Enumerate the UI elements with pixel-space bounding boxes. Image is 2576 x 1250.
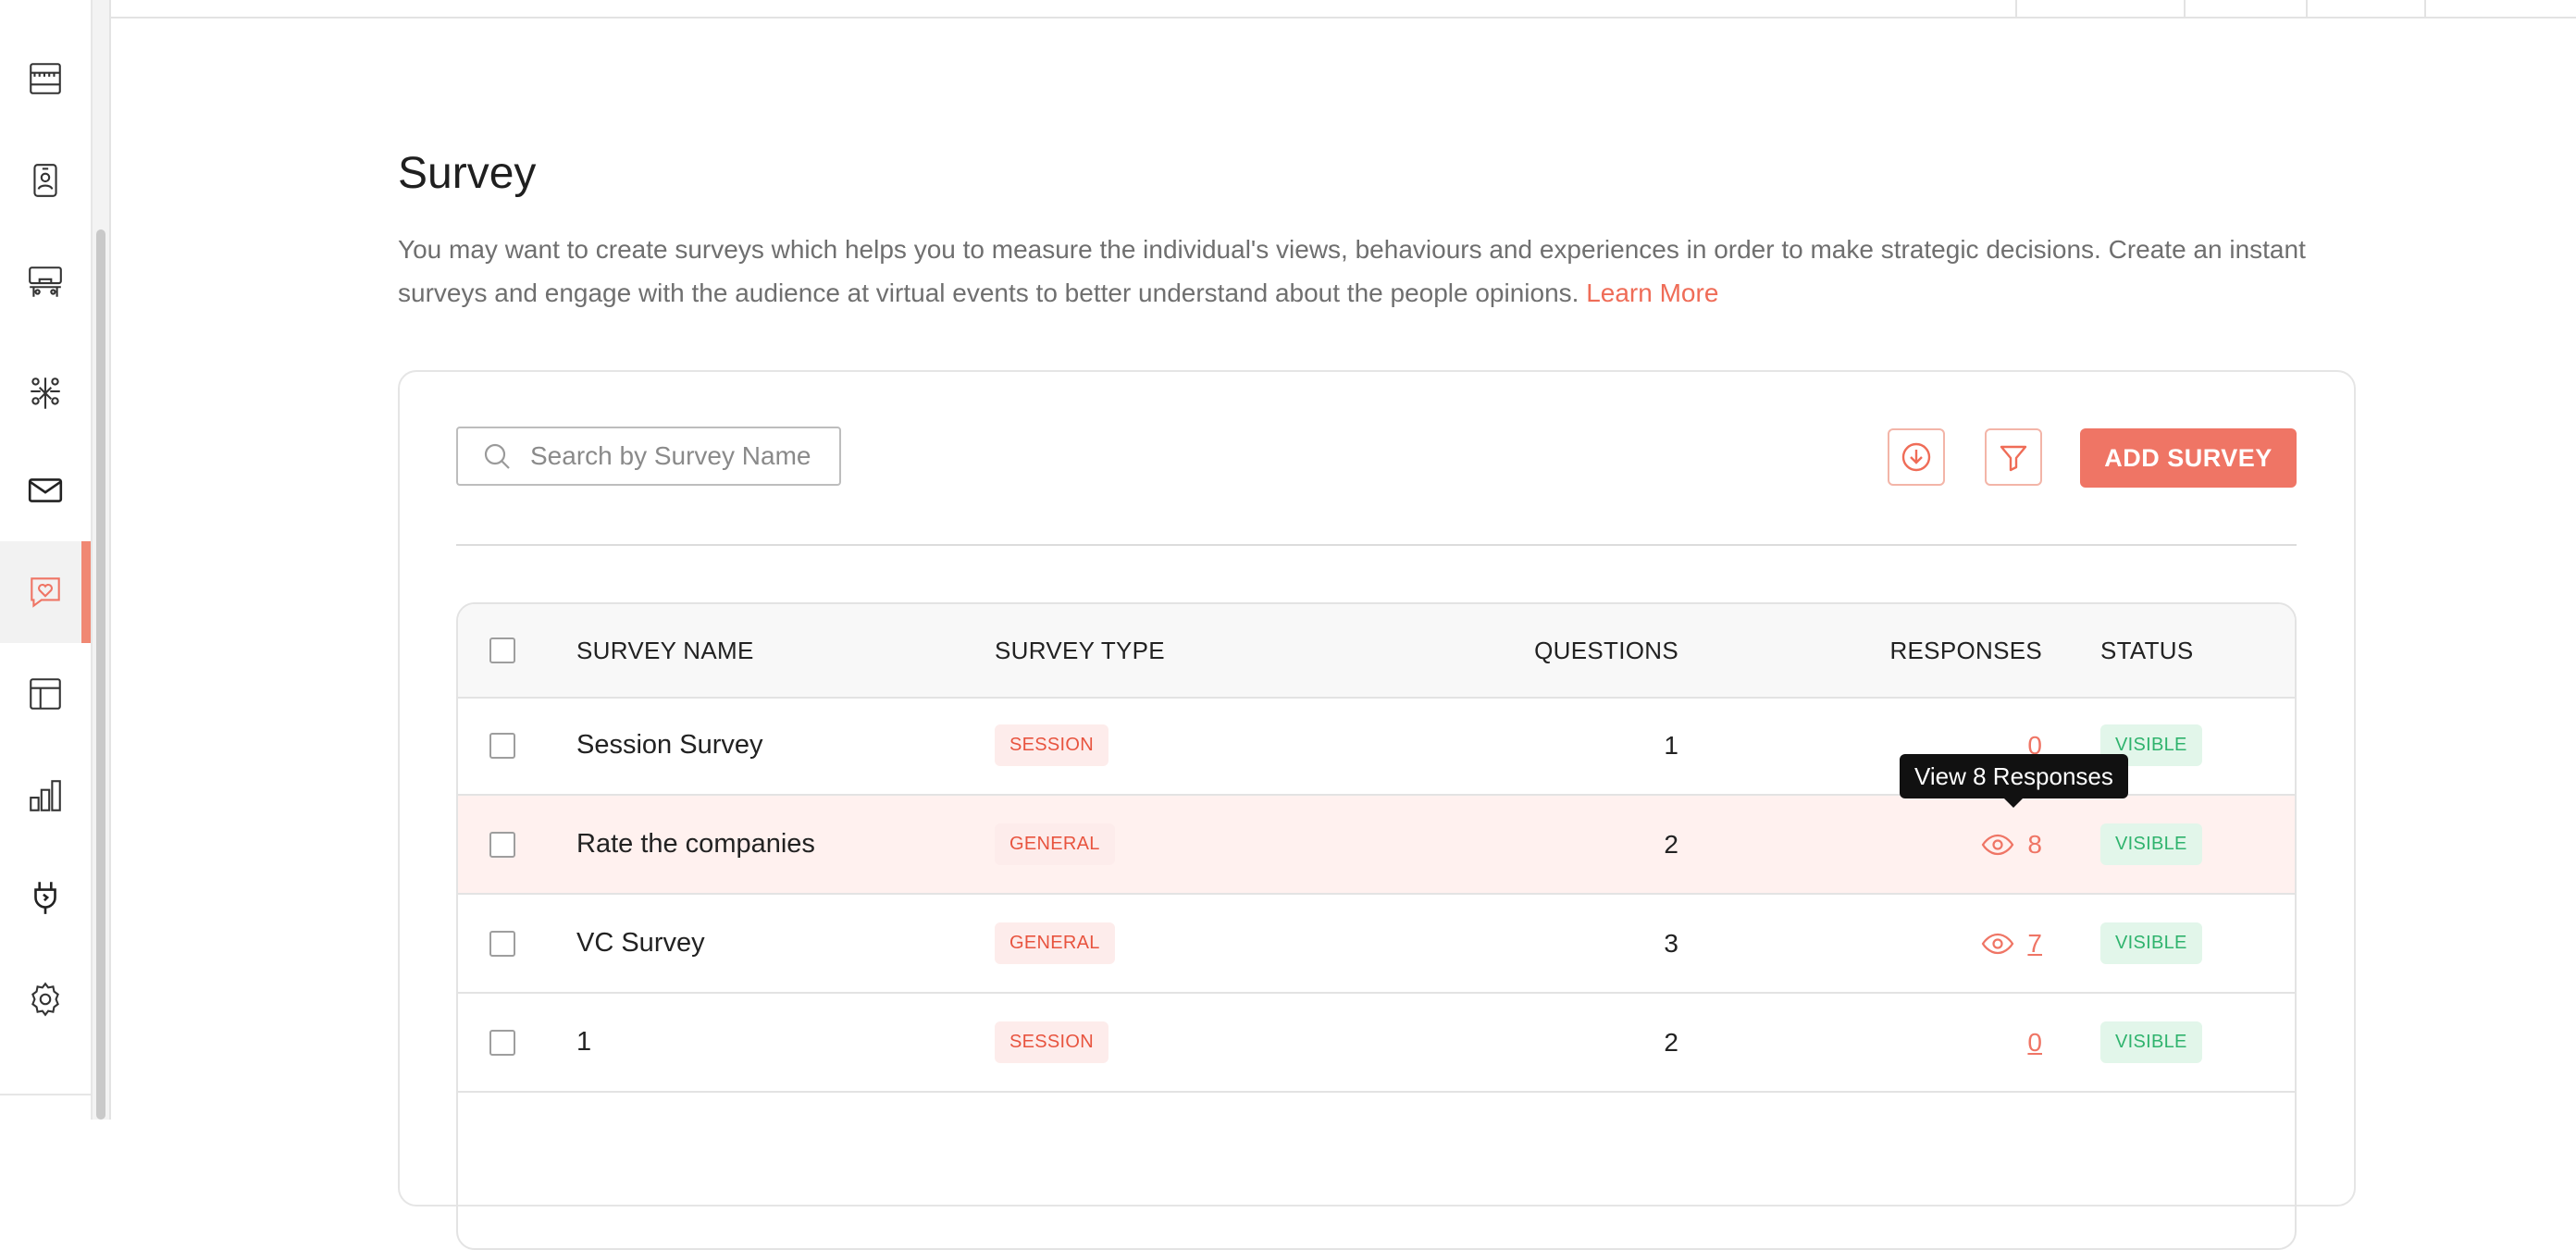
page-description: You may want to create surveys which hel…	[398, 228, 2341, 315]
sidebar-item-networking[interactable]	[0, 342, 91, 444]
survey-table: SURVEY NAME SURVEY TYPE QUESTIONS RESPON…	[456, 602, 2297, 1250]
survey-type-cell: SESSION	[995, 697, 1109, 794]
page-title: Survey	[398, 149, 537, 198]
analytics-icon	[30, 780, 61, 811]
responses-count[interactable]: 7	[2027, 929, 2042, 959]
row-checkbox[interactable]	[489, 832, 515, 858]
status-badge[interactable]: VISIBLE	[2100, 823, 2202, 865]
layout-icon	[30, 678, 61, 710]
topbar-divider	[2306, 0, 2308, 17]
survey-type-badge: SESSION	[995, 724, 1109, 766]
topbar-divider	[2424, 0, 2426, 17]
topbar-divider	[2184, 0, 2186, 17]
search-input[interactable]	[528, 440, 828, 472]
responses-tooltip: View 8 Responses	[1900, 754, 2128, 808]
settings-gear-icon	[31, 982, 59, 1017]
survey-name[interactable]: Rate the companies	[576, 796, 815, 893]
row-checkbox[interactable]	[489, 931, 515, 957]
search-box[interactable]	[456, 427, 841, 486]
survey-type-badge: SESSION	[995, 1021, 1109, 1063]
status-badge[interactable]: VISIBLE	[2100, 922, 2202, 964]
download-button[interactable]	[1888, 428, 1945, 486]
survey-type-cell: GENERAL	[995, 796, 1115, 893]
status-cell: VISIBLE	[2100, 796, 2202, 893]
topbar-divider	[2015, 0, 2017, 17]
mail-icon	[28, 478, 63, 502]
top-bar	[111, 0, 2576, 19]
questions-count: 1	[1664, 730, 1678, 760]
responses-cell: 0	[2027, 994, 2042, 1091]
integrations-plug-icon	[34, 882, 56, 914]
survey-type-cell: SESSION	[995, 994, 1109, 1091]
sidebar-item-settings[interactable]	[0, 948, 91, 1050]
status-badge[interactable]: VISIBLE	[2100, 1021, 2202, 1063]
chat-heart-icon	[31, 577, 60, 608]
sidebar-item-booths[interactable]	[0, 28, 91, 130]
survey-name[interactable]: VC Survey	[576, 895, 705, 992]
sidebar-item-analytics[interactable]	[0, 745, 91, 847]
table-header: SURVEY NAME SURVEY TYPE QUESTIONS RESPON…	[458, 604, 2295, 699]
header-responses[interactable]: RESPONSES	[1889, 604, 2042, 697]
table-row[interactable]: 1 SESSION 2 0 VISIBLE	[458, 994, 2295, 1093]
add-survey-button[interactable]: ADD SURVEY	[2080, 428, 2297, 488]
lounge-icon	[29, 266, 62, 297]
sidebar-item-survey[interactable]	[0, 541, 91, 643]
sidebar-item-lounge[interactable]	[0, 231, 91, 333]
status-cell: VISIBLE	[2100, 994, 2202, 1091]
learn-more-link[interactable]: Learn More	[1586, 278, 1718, 307]
filter-icon	[2000, 445, 2027, 472]
table-row[interactable]: VC Survey GENERAL 3 7 VISIBLE	[458, 895, 2295, 994]
header-status[interactable]: STATUS	[2100, 604, 2194, 697]
eye-icon[interactable]	[1981, 927, 2014, 960]
status-cell: VISIBLE	[2100, 895, 2202, 992]
search-icon	[484, 443, 510, 469]
download-circle-icon	[1901, 442, 1931, 472]
survey-type-badge: GENERAL	[995, 823, 1115, 865]
sidebar-item-people[interactable]	[0, 130, 91, 231]
responses-cell: 7	[1981, 895, 2042, 992]
sidebar-item-email[interactable]	[0, 439, 91, 541]
sidebar-scrollbar-thumb[interactable]	[96, 229, 105, 1120]
description-text: You may want to create surveys which hel…	[398, 235, 2306, 307]
responses-count[interactable]: 0	[2027, 1028, 2042, 1058]
header-survey-name[interactable]: SURVEY NAME	[576, 604, 754, 697]
toolbar-divider	[456, 544, 2297, 546]
header-survey-type[interactable]: SURVEY TYPE	[995, 604, 1165, 697]
networking-icon	[31, 377, 60, 409]
row-checkbox[interactable]	[489, 733, 515, 759]
survey-name[interactable]: Session Survey	[576, 697, 763, 794]
select-all-checkbox[interactable]	[489, 637, 515, 663]
header-questions[interactable]: QUESTIONS	[1534, 604, 1678, 697]
sidebar-item-integrations[interactable]	[0, 847, 91, 948]
sidebar	[0, 0, 93, 1120]
badge-icon	[33, 164, 57, 197]
sidebar-item-layout[interactable]	[0, 643, 91, 745]
responses-count[interactable]: 8	[2027, 830, 2042, 860]
filter-button[interactable]	[1985, 428, 2042, 486]
storefront-icon	[30, 63, 61, 94]
questions-count: 3	[1664, 928, 1678, 958]
survey-type-badge: GENERAL	[995, 922, 1115, 964]
survey-name[interactable]: 1	[576, 994, 591, 1091]
sidebar-divider	[0, 1094, 91, 1095]
row-checkbox[interactable]	[489, 1030, 515, 1056]
eye-icon[interactable]	[1981, 828, 2014, 861]
survey-type-cell: GENERAL	[995, 895, 1115, 992]
table-row[interactable]: Rate the companies GENERAL 2 8 VISIBLE	[458, 796, 2295, 895]
responses-cell: 8	[1981, 796, 2042, 893]
questions-count: 2	[1664, 1027, 1678, 1057]
questions-count: 2	[1664, 829, 1678, 859]
